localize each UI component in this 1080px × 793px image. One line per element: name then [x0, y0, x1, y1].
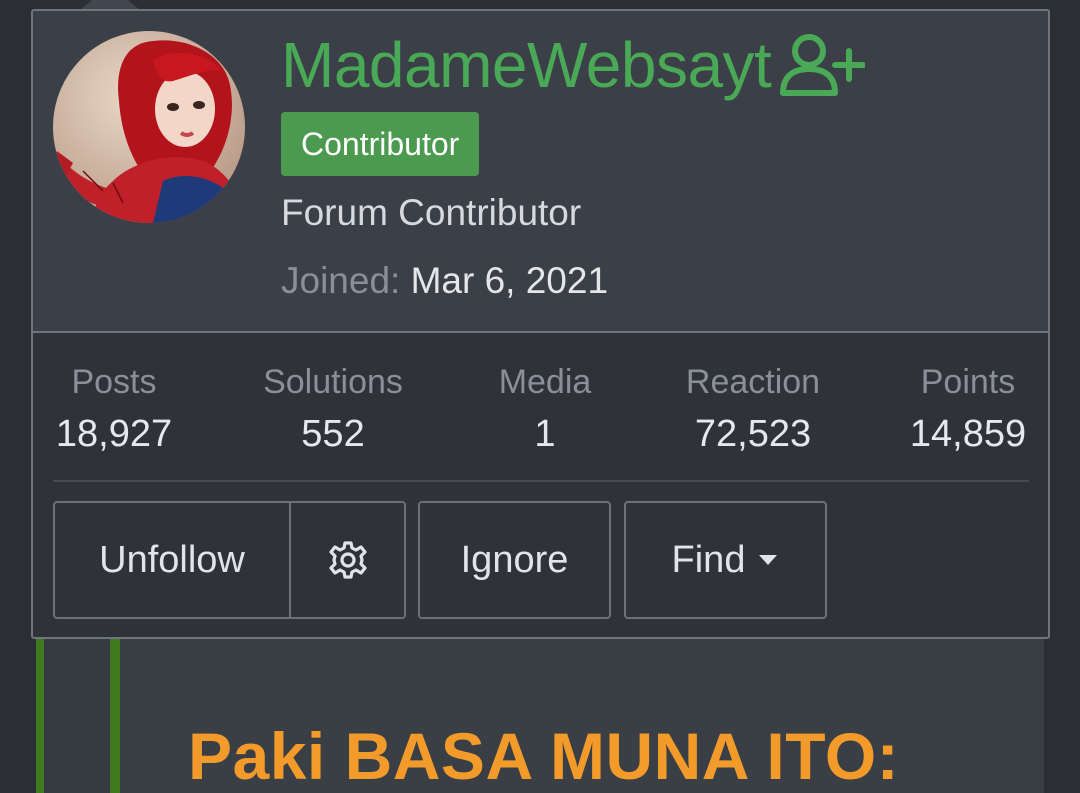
user-badge: Contributor	[281, 112, 480, 176]
stat-label: Media	[498, 363, 592, 401]
stat-value: 72,523	[694, 413, 812, 455]
stat-posts[interactable]: Posts 18,927	[53, 363, 175, 459]
joined-date: Joined: Mar 6, 2021	[281, 260, 608, 302]
stat-label: Points	[920, 363, 1016, 401]
user-plus-icon[interactable]	[779, 33, 866, 97]
avatar-image	[53, 31, 245, 223]
ignore-button[interactable]: Ignore	[418, 501, 611, 619]
find-button[interactable]: Find	[624, 501, 827, 619]
stat-label: Solutions	[263, 363, 403, 401]
stat-points[interactable]: Points 14,859	[903, 363, 1033, 459]
joined-label: Joined:	[281, 260, 401, 301]
stat-reaction[interactable]: Reaction 72,523	[673, 363, 833, 459]
avatar[interactable]	[53, 31, 245, 223]
ignore-label: Ignore	[460, 538, 569, 581]
follow-settings-button[interactable]	[291, 503, 404, 617]
stat-value: 1	[534, 413, 556, 455]
stat-value: 552	[301, 413, 365, 455]
username-row: MadameWebsayt	[281, 25, 866, 105]
stat-value: 14,859	[909, 413, 1027, 455]
divider	[53, 480, 1029, 482]
stat-label: Reaction	[685, 363, 821, 401]
post-heading: Paki BASA MUNA ITO:	[188, 719, 900, 793]
unfollow-button[interactable]: Unfollow	[55, 503, 291, 617]
follow-button-group: Unfollow	[53, 501, 406, 619]
stat-solutions[interactable]: Solutions 552	[248, 363, 418, 459]
stat-label: Posts	[71, 363, 157, 401]
caret-down-icon	[759, 555, 778, 565]
member-tooltip: MadameWebsayt Contributor Forum Contribu…	[31, 9, 1050, 639]
username-link[interactable]: MadameWebsayt	[281, 28, 772, 102]
gear-icon	[328, 541, 367, 579]
member-stats: Posts 18,927 Solutions 552 Media 1 React…	[33, 363, 1048, 463]
user-title: Forum Contributor	[281, 192, 582, 233]
stat-value: 18,927	[55, 413, 173, 455]
stat-media[interactable]: Media 1	[485, 363, 605, 459]
find-label: Find	[671, 538, 746, 581]
member-header: MadameWebsayt Contributor Forum Contribu…	[33, 11, 1048, 333]
joined-value: Mar 6, 2021	[410, 260, 609, 301]
